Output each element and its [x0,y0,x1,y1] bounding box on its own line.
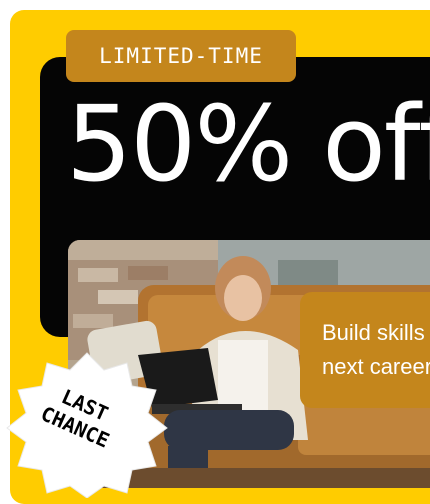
limited-time-tag-label: LIMITED-TIME [99,44,263,68]
last-chance-badge: LAST CHANCE [2,348,172,498]
promo-banner: LIMITED-TIME 50% off Build skills next c… [0,0,430,504]
caption-box: Build skills next career [300,292,430,408]
caption-line-1: Build skills [322,320,425,345]
caption-line-2: next career [322,354,430,379]
limited-time-tag: LIMITED-TIME [66,30,296,82]
discount-headline: 50% off [66,92,430,196]
